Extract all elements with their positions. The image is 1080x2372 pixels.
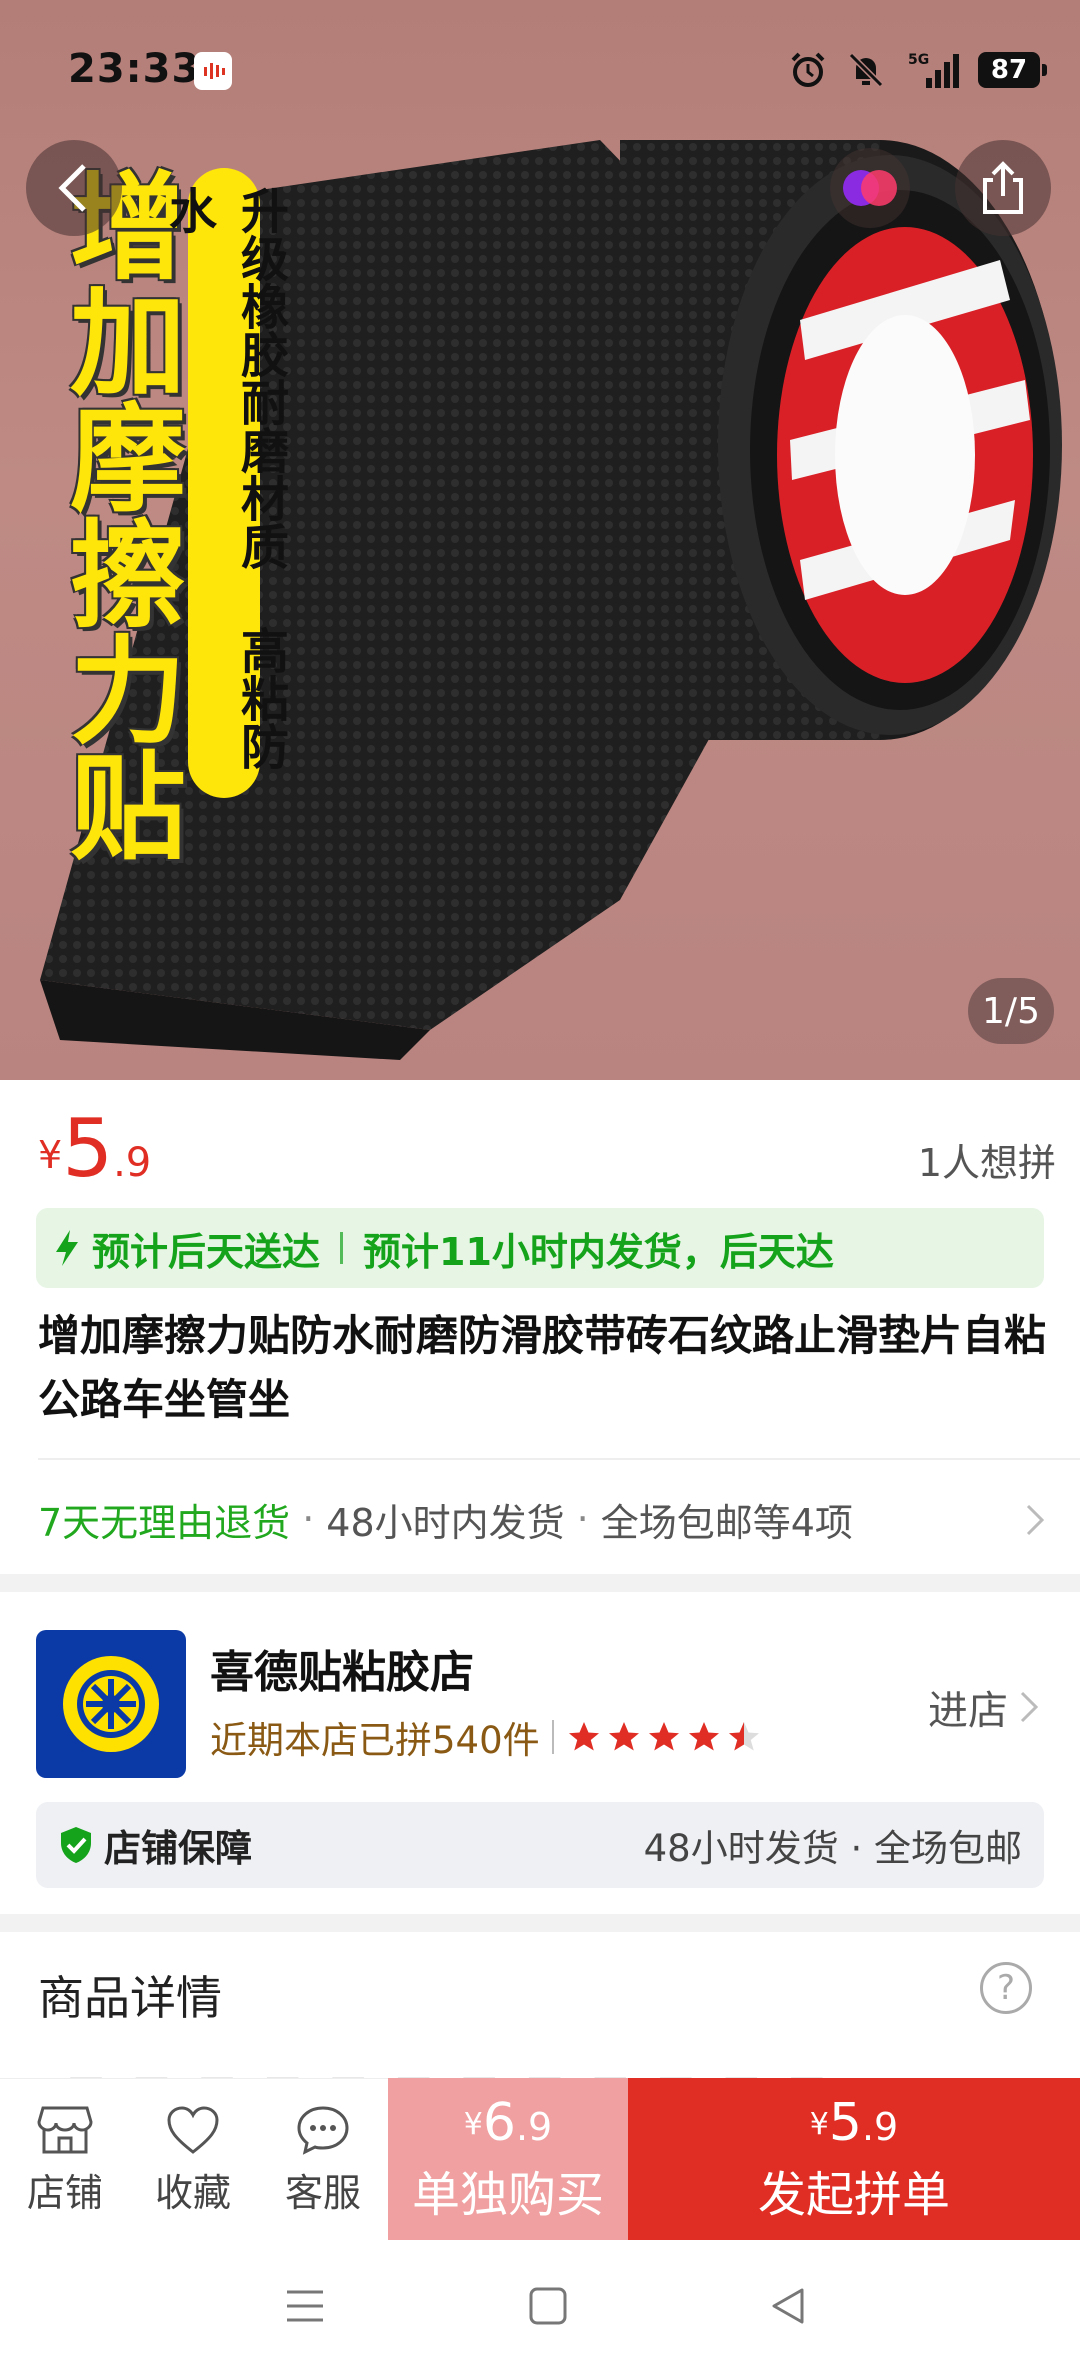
service-row[interactable]: 7天无理由退货 · 48小时内发货 · 全场包邮等4项 [38, 1484, 1048, 1554]
group-price-integer: 5 [828, 2093, 862, 2153]
price-row: ¥5.9 1人想拼 [0, 1080, 1080, 1200]
mute-bell-icon [846, 50, 886, 90]
shop-name[interactable]: 喜德贴粘胶店 [210, 1636, 474, 1700]
delivery-primary: 预计后天送达 [92, 1229, 321, 1274]
battery-icon: 87 [978, 52, 1047, 88]
delivery-divider [340, 1232, 344, 1264]
lightning-icon [56, 1230, 78, 1266]
services-more: 全场包邮等4项 [600, 1500, 853, 1545]
store-icon [37, 2106, 93, 2153]
price-symbol: ¥ [38, 1133, 63, 1177]
solo-price-integer: 6 [482, 2093, 516, 2153]
shop-guarantee[interactable]: 店铺保障 48小时发货 · 全场包邮 [36, 1802, 1044, 1888]
solo-label: 单独购买 [411, 2167, 604, 2223]
details-text-peek: ▁▂▁▂▁▂▁▂▁▂▁▂▁▂▁▂▁▂▁▂▁▂▁▂ [38, 2050, 825, 2080]
enter-shop-button[interactable]: 进店 [928, 1678, 1042, 1736]
back-nav-icon[interactable] [768, 2286, 808, 2326]
dot-separator: · [302, 1497, 315, 1541]
star-icon [608, 1722, 639, 1751]
solo-price-decimal: .9 [515, 2105, 553, 2149]
ai-orb-icon [843, 170, 897, 206]
back-button[interactable] [26, 140, 122, 236]
shield-check-icon [61, 1827, 91, 1863]
group-price: ¥5.9 [38, 1102, 151, 1195]
group-price-symbol: ¥ [809, 2107, 829, 2142]
favorite-button[interactable]: 收藏 [128, 2079, 258, 2241]
section-gap [0, 1914, 1080, 1932]
group-label: 发起拼单 [757, 2167, 950, 2223]
shop-nav-button[interactable]: 店铺 [0, 2079, 130, 2241]
start-group-buy-button[interactable]: ¥5.9 发起拼单 [628, 2078, 1080, 2240]
guarantee-title: 店铺保障 [104, 1827, 252, 1870]
customer-service-label: 客服 [284, 2170, 361, 2215]
product-title: 增加摩擦力贴防水耐磨防滑胶带砖石纹路止滑垫片自粘公路车坐管坐 [38, 1311, 1047, 1424]
shop-logo[interactable] [36, 1630, 186, 1778]
group-price-decimal: .9 [861, 2105, 899, 2149]
enter-shop-label: 进店 [928, 1688, 1008, 1734]
hero-badge-text: 升级橡胶耐磨材质 高粘防水 [160, 168, 288, 798]
shop-sales: 近期本店已拼540件 [210, 1719, 540, 1762]
chevron-right-icon [1026, 1504, 1045, 1536]
chat-bubble-icon [297, 2105, 349, 2155]
customer-service-button[interactable]: 客服 [258, 2079, 388, 2241]
delivery-banner: 预计后天送达 预计11小时内发货，后天达 [36, 1208, 1044, 1288]
signal-5g-icon: 5G [904, 50, 960, 90]
share-button[interactable] [955, 140, 1051, 236]
solo-price-symbol: ¥ [463, 2107, 483, 2142]
section-gap [0, 1574, 1080, 1592]
home-nav-icon[interactable] [528, 2286, 568, 2326]
delivery-secondary: 预计11小时内发货，后天达 [363, 1229, 834, 1274]
system-navigation-bar [0, 2240, 1080, 2372]
alarm-icon [788, 50, 828, 90]
help-icon[interactable]: ? [980, 1962, 1032, 2014]
product-image-carousel[interactable]: 增加摩擦力贴 升级橡胶耐磨材质 高粘防水 23:33 5G 87 1/5 [0, 0, 1080, 1080]
menu-nav-icon[interactable] [284, 2286, 326, 2326]
price-decimal: .9 [113, 1140, 152, 1186]
price-integer: 5 [62, 1102, 114, 1195]
star-icon [648, 1722, 679, 1751]
shop-rating [566, 1719, 762, 1755]
return-policy: 7天无理由退货 [38, 1500, 291, 1545]
dot-separator: · [576, 1497, 589, 1541]
star-icon [568, 1722, 599, 1751]
shop-nav-label: 店铺 [26, 2170, 103, 2215]
chevron-left-icon [58, 164, 86, 212]
solo-price: ¥6.9 [464, 2093, 552, 2153]
group-btn-price: ¥5.9 [810, 2093, 898, 2153]
share-icon [983, 161, 1023, 214]
details-title: 商品详情 [38, 1971, 222, 2025]
ship-time: 48小时内发货 [326, 1500, 565, 1545]
star-icon [688, 1722, 719, 1751]
stats-divider [551, 1720, 554, 1754]
half-star-icon [728, 1722, 759, 1751]
buy-alone-button[interactable]: ¥6.9 单独购买 [388, 2078, 628, 2240]
guarantee-items: 48小时发货 · 全场包邮 [643, 1827, 1022, 1870]
ai-assistant-button[interactable] [830, 148, 910, 228]
shop-logo-icon [63, 1656, 159, 1752]
shop-stats: 近期本店已拼540件 [210, 1710, 762, 1764]
image-counter: 1/5 [968, 978, 1054, 1044]
divider [38, 1458, 1080, 1460]
favorite-label: 收藏 [154, 2170, 231, 2215]
status-time: 23:33 [68, 46, 201, 92]
status-bar: 23:33 5G 87 [0, 0, 1080, 140]
chevron-right-icon [1020, 1691, 1039, 1723]
screen-record-icon [194, 52, 232, 90]
want-count: 1人想拼 [917, 1141, 1056, 1185]
heart-icon [167, 2105, 219, 2154]
svg-text:5G: 5G [908, 52, 929, 68]
